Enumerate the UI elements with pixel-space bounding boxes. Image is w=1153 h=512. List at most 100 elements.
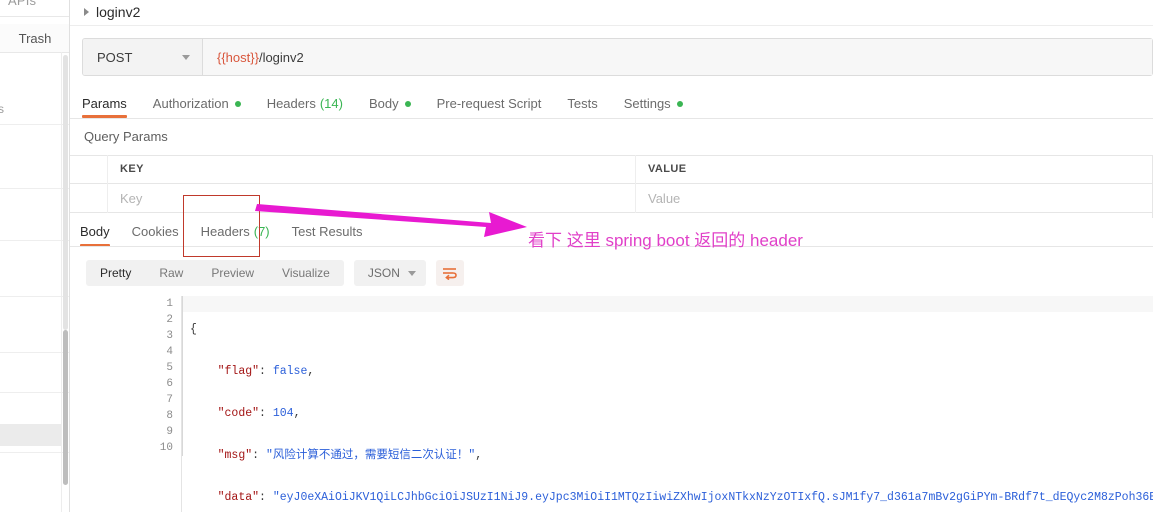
header-key-cell: KEY (108, 154, 636, 184)
sidebar-item-trash[interactable]: Trash (0, 24, 70, 52)
json-comma: , (475, 449, 483, 462)
line-number: 7 (166, 394, 173, 406)
url-variable-token: {{host}} (217, 49, 259, 65)
line-number: 8 (166, 410, 173, 422)
response-tab-headers[interactable]: Headers (7) (201, 218, 270, 245)
body-format-label: JSON (367, 266, 400, 280)
sidebar-item-apis[interactable]: APIs (8, 0, 36, 8)
tab-settings[interactable]: Settings (624, 90, 683, 117)
json-sep: : (259, 365, 273, 378)
response-tab-headers-label: Headers (200, 224, 250, 239)
sidebar-row-divider (0, 124, 70, 125)
tab-headers[interactable]: Headers (14) (267, 90, 343, 117)
code-line: { (190, 322, 1153, 338)
line-number: 1 (166, 298, 173, 310)
header-checkbox-cell (70, 154, 108, 184)
url-bar: POST {{host}}/loginv2 (82, 38, 1153, 76)
column-header-key: KEY (120, 163, 144, 175)
breadcrumb[interactable]: loginv2 (70, 0, 1153, 24)
table-row[interactable]: Key Value (70, 183, 1153, 213)
body-view-visualize-label: Visualize (282, 266, 330, 280)
tab-headers-count: (14) (319, 96, 343, 111)
json-key: "code" (217, 407, 260, 420)
response-tab-headers-count: (7) (253, 224, 270, 239)
tab-params-label: Params (82, 96, 127, 111)
body-view-visualize[interactable]: Visualize (268, 260, 344, 286)
response-body-toolbar: Pretty Raw Preview Visualize JSON (86, 260, 464, 286)
left-sidebar: APIs Trash s (0, 0, 70, 512)
breadcrumb-divider (70, 25, 1153, 26)
body-view-preview[interactable]: Preview (197, 260, 268, 286)
sidebar-row-divider (0, 240, 70, 241)
json-code-content: { "flag": false, "code": 104, "msg": "风险… (182, 296, 1153, 512)
status-dot-icon (404, 100, 411, 107)
code-line: "flag": false, (190, 364, 1153, 380)
response-tab-body[interactable]: Body (80, 218, 110, 247)
query-params-title: Query Params (84, 129, 168, 144)
param-value-input[interactable]: Value (636, 184, 1153, 213)
json-comma: , (293, 407, 301, 420)
json-sep: : (259, 491, 273, 504)
tab-tests[interactable]: Tests (567, 90, 597, 117)
line-number: 9 (166, 426, 173, 438)
tab-authorization[interactable]: Authorization (153, 90, 241, 117)
tab-pre-request-script[interactable]: Pre-request Script (437, 90, 542, 117)
tab-body[interactable]: Body (369, 90, 411, 117)
header-value-cell: VALUE (636, 155, 1153, 184)
body-format-select[interactable]: JSON (353, 260, 426, 286)
json-value: "风险计算不通过，需要短信二次认证！" (265, 449, 476, 462)
annotation-callout-text: 看下 这里 spring boot 返回的 header (528, 231, 803, 250)
sidebar-scrollbar-thumb[interactable] (63, 330, 68, 485)
json-key: "flag" (217, 365, 260, 378)
line-number: 4 (166, 346, 173, 358)
word-wrap-icon[interactable] (435, 260, 464, 286)
request-tabs-divider (70, 118, 1153, 119)
response-tab-test-results[interactable]: Test Results (292, 218, 363, 245)
sidebar-vertical-rule (61, 52, 62, 512)
tab-settings-label: Settings (623, 96, 671, 111)
status-dot-icon (676, 100, 683, 107)
body-view-raw[interactable]: Raw (145, 260, 197, 286)
body-view-raw-label: Raw (159, 266, 184, 280)
chevron-down-icon (407, 270, 416, 276)
json-key: "msg" (217, 449, 253, 462)
response-tab-cookies-label: Cookies (131, 224, 179, 239)
column-header-value: VALUE (648, 163, 687, 175)
line-number: 3 (166, 330, 173, 342)
json-value: "eyJ0eXAiOiJKV1QiLCJhbGciOiJSUzI1NiJ9.ey… (272, 491, 1153, 504)
json-sep: : (259, 407, 273, 420)
json-comma: , (307, 365, 315, 378)
sidebar-row-divider (0, 188, 70, 189)
line-number: 10 (159, 442, 173, 454)
tab-headers-label: Headers (266, 96, 316, 111)
editor-gutter: 1 2 3 4 5 6 7 8 9 10 (148, 296, 182, 512)
body-view-pretty[interactable]: Pretty (86, 260, 145, 286)
response-tab-cookies[interactable]: Cookies (132, 218, 179, 245)
param-key-placeholder: Key (120, 190, 143, 206)
sidebar-row-divider (0, 296, 70, 297)
breadcrumb-label: loginv2 (96, 4, 141, 20)
caret-right-icon (84, 8, 89, 16)
body-view-preview-label: Preview (211, 266, 255, 280)
chevron-down-icon (182, 54, 190, 60)
json-sep: : (252, 449, 266, 462)
tab-params[interactable]: Params (82, 90, 127, 118)
json-value: false (272, 365, 308, 378)
request-url-input[interactable]: {{host}}/loginv2 (203, 39, 1152, 75)
tab-authorization-label: Authorization (152, 96, 229, 111)
http-method-select[interactable]: POST (83, 39, 203, 75)
code-line: "msg": "风险计算不通过，需要短信二次认证！", (190, 448, 1153, 464)
body-view-pretty-label: Pretty (100, 266, 132, 280)
param-key-input[interactable]: Key (108, 183, 636, 213)
response-body-editor[interactable]: 1 2 3 4 5 6 7 8 9 10 { "flag": false, "c… (148, 296, 1153, 512)
sidebar-selected-row[interactable] (0, 424, 62, 446)
line-number: 6 (166, 378, 173, 390)
postman-window: APIs Trash s loginv2 POST {{host}} /logi… (0, 0, 1153, 512)
sidebar-scrollbar-track[interactable] (63, 55, 68, 330)
code-line: "code": 104, (190, 406, 1153, 422)
row-checkbox-cell[interactable] (70, 183, 108, 213)
sidebar-row-divider (0, 352, 70, 353)
sidebar-divider-top (0, 16, 70, 17)
tab-pre-request-script-label: Pre-request Script (436, 96, 542, 111)
sidebar-divider-trash (0, 52, 70, 53)
